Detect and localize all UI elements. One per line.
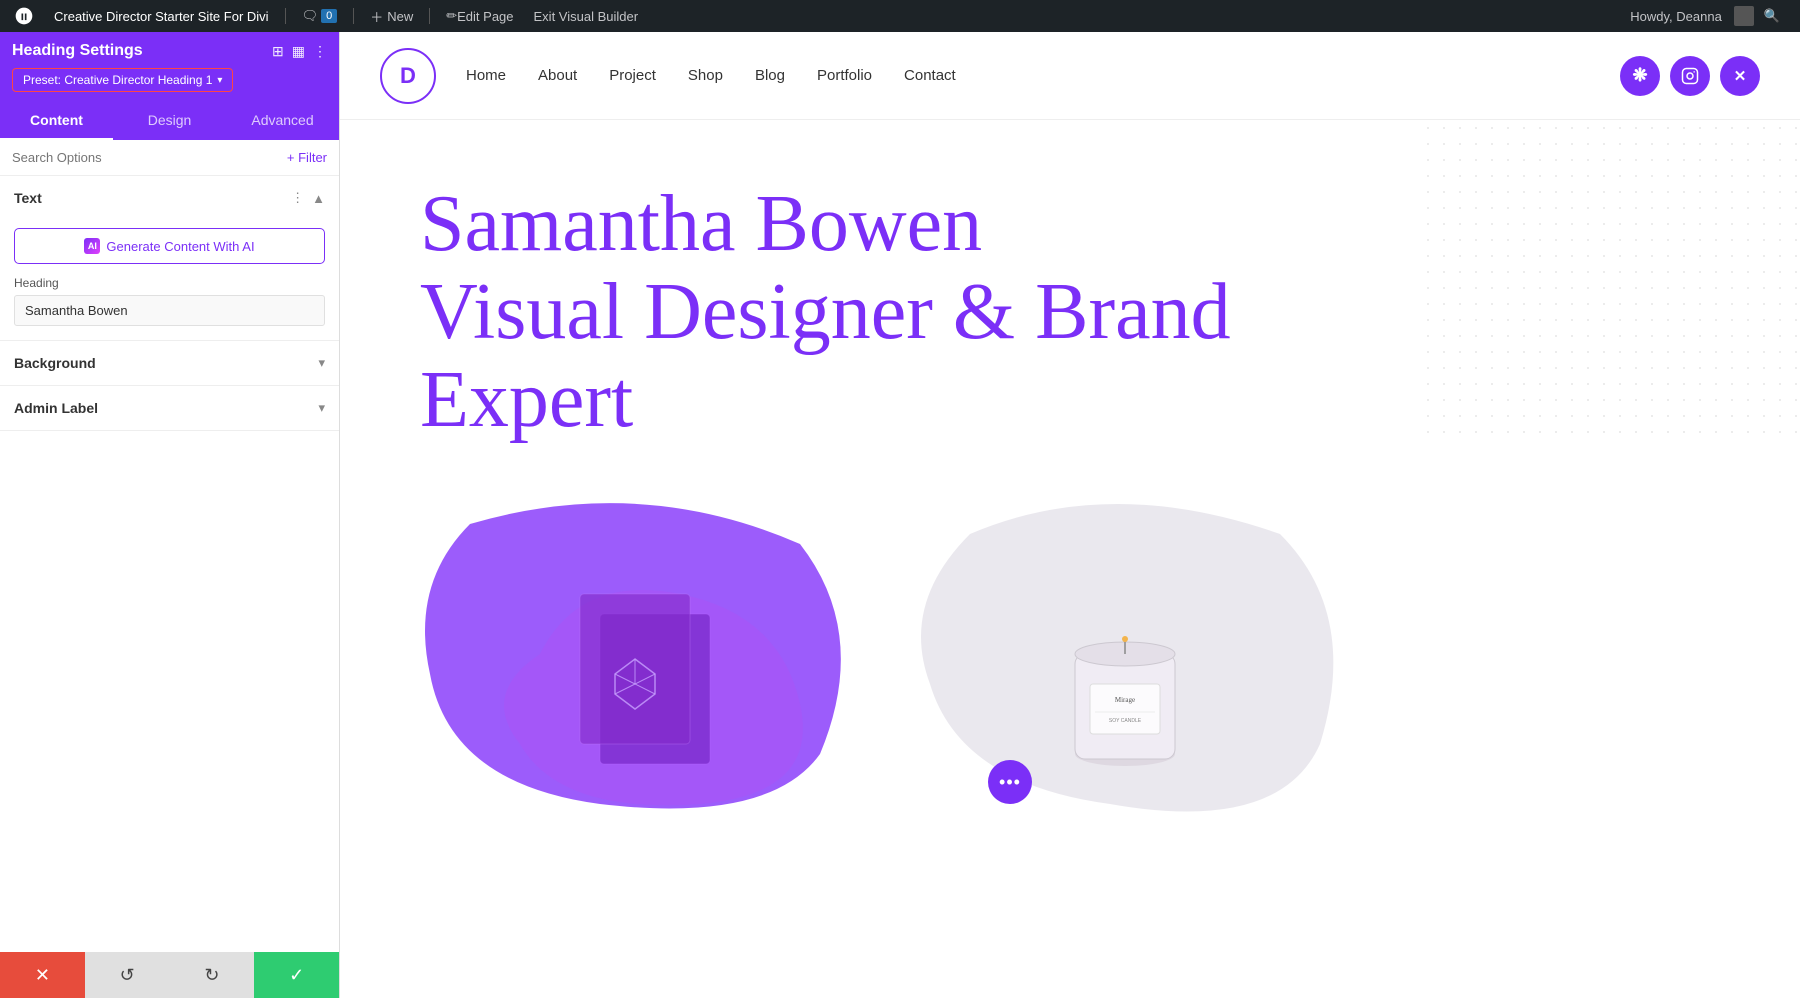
product-image-right: Mirage SOY CANDLE	[910, 494, 1340, 814]
main-canvas: D Home About Project Shop Blog Portfolio…	[340, 32, 1800, 998]
admin-bar-edit-page[interactable]: ✏ Edit Page	[436, 0, 523, 32]
admin-bar-comments[interactable]: 🗨 0	[292, 0, 348, 32]
hero-heading: Samantha Bowen Visual Designer & Brand E…	[420, 180, 1270, 444]
sidebar-tabs: Content Design Advanced	[0, 102, 339, 140]
wp-admin-bar: Creative Director Starter Site For Divi …	[0, 0, 1800, 32]
preset-label: Preset: Creative Director Heading 1	[23, 73, 212, 87]
sidebar-bottom-bar: ✕ ↺ ↻ ✓	[0, 952, 339, 998]
instagram-icon[interactable]	[1670, 56, 1710, 96]
nav-shop[interactable]: Shop	[688, 67, 723, 84]
admin-bar-howdy: Howdy, Deanna	[1622, 9, 1730, 24]
preset-dropdown-button[interactable]: Preset: Creative Director Heading 1 ▾	[12, 68, 233, 92]
dribbble-icon[interactable]: ❋	[1620, 56, 1660, 96]
background-section-expand-icon[interactable]: ▾	[318, 355, 325, 371]
wp-logo-icon[interactable]	[10, 2, 38, 30]
text-section-title: Text	[14, 190, 42, 206]
site-nav: Home About Project Shop Blog Portfolio C…	[466, 67, 1620, 84]
nav-contact[interactable]: Contact	[904, 67, 956, 84]
hero-section: Samantha Bowen Visual Designer & Brand E…	[340, 120, 1800, 998]
twitter-x-icon[interactable]: ✕	[1720, 56, 1760, 96]
ai-icon: AI	[84, 238, 100, 254]
nav-portfolio[interactable]: Portfolio	[817, 67, 872, 84]
search-bar: + Filter	[0, 140, 339, 176]
admin-label-section-header[interactable]: Admin Label ▾	[0, 386, 339, 430]
filter-button[interactable]: + Filter	[287, 150, 327, 165]
sidebar-header: Heading Settings ⊞ ▦ ⋮	[0, 32, 339, 68]
site-logo[interactable]: D	[380, 48, 436, 104]
white-blob-svg: Mirage SOY CANDLE	[910, 494, 1340, 814]
purple-blob-svg	[420, 494, 850, 814]
tab-advanced[interactable]: Advanced	[226, 102, 339, 140]
svg-text:Mirage: Mirage	[1115, 696, 1135, 704]
floating-dots-button[interactable]: •••	[988, 760, 1032, 804]
admin-label-section-title: Admin Label	[14, 400, 98, 416]
nav-about[interactable]: About	[538, 67, 577, 84]
preset-bar: Preset: Creative Director Heading 1 ▾	[0, 68, 339, 102]
admin-label-section: Admin Label ▾	[0, 386, 339, 431]
search-input[interactable]	[12, 150, 279, 165]
redo-button[interactable]: ↻	[170, 952, 255, 998]
admin-bar-exit-builder[interactable]: Exit Visual Builder	[524, 0, 649, 32]
text-section: Text ⋮ ▲ AI Generate Content With AI Hea…	[0, 176, 339, 341]
save-button[interactable]: ✓	[254, 952, 339, 998]
panel-menu-icon[interactable]: ⋮	[313, 43, 327, 60]
site-header: D Home About Project Shop Blog Portfolio…	[340, 32, 1800, 120]
admin-bar-search[interactable]: 🔍	[1754, 0, 1790, 32]
background-section: Background ▾	[0, 341, 339, 386]
text-section-content: AI Generate Content With AI Heading	[0, 220, 339, 340]
social-icons: ❋ ✕	[1620, 56, 1760, 96]
panel-title: Heading Settings	[12, 42, 143, 60]
admin-avatar	[1734, 6, 1754, 26]
ai-generate-button[interactable]: AI Generate Content With AI	[14, 228, 325, 264]
panel-maximize-icon[interactable]: ⊞	[272, 43, 284, 60]
cancel-button[interactable]: ✕	[0, 952, 85, 998]
heading-input[interactable]	[14, 295, 325, 326]
nav-blog[interactable]: Blog	[755, 67, 785, 84]
admin-bar-new[interactable]: ＋ New	[360, 0, 423, 32]
heading-field-label: Heading	[14, 276, 325, 290]
product-image-left	[420, 494, 850, 814]
admin-label-section-expand-icon[interactable]: ▾	[318, 400, 325, 416]
undo-button[interactable]: ↺	[85, 952, 170, 998]
panel-layout-icon[interactable]: ▦	[292, 43, 305, 60]
svg-text:SOY CANDLE: SOY CANDLE	[1109, 718, 1142, 724]
background-section-header[interactable]: Background ▾	[0, 341, 339, 385]
nav-project[interactable]: Project	[609, 67, 656, 84]
background-section-title: Background	[14, 355, 96, 371]
portfolio-images-area: Mirage SOY CANDLE •••	[340, 464, 1800, 814]
text-section-header[interactable]: Text ⋮ ▲	[0, 176, 339, 220]
text-section-options-icon[interactable]: ⋮	[291, 190, 304, 206]
tab-content[interactable]: Content	[0, 102, 113, 140]
nav-home[interactable]: Home	[466, 67, 506, 84]
hero-text-area: Samantha Bowen Visual Designer & Brand E…	[340, 120, 1800, 444]
heading-settings-panel: Heading Settings ⊞ ▦ ⋮ Preset: Creative …	[0, 32, 340, 998]
tab-design[interactable]: Design	[113, 102, 226, 140]
text-section-collapse-icon[interactable]: ▲	[312, 191, 325, 206]
preset-chevron-icon: ▾	[217, 75, 222, 86]
admin-bar-site-name[interactable]: Creative Director Starter Site For Divi	[44, 0, 279, 32]
